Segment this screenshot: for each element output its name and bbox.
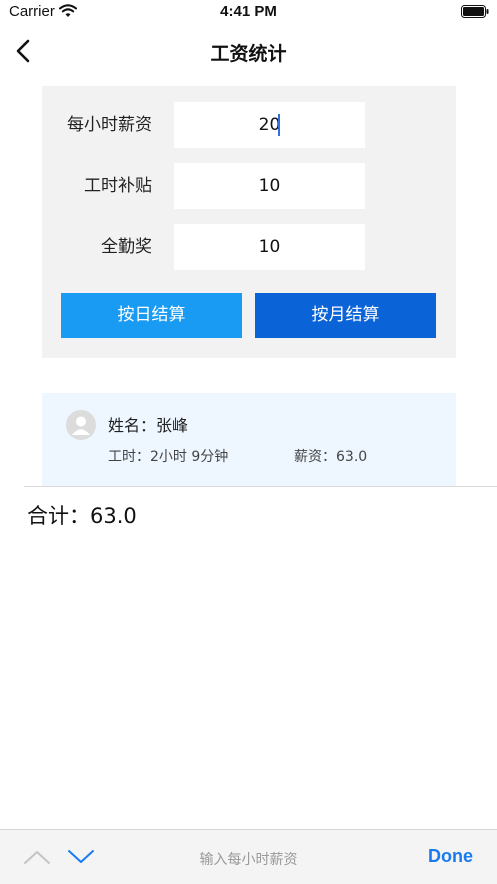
input-hint: 输入每小时薪资: [199, 852, 298, 868]
navigation-bar: 工资统计: [0, 26, 497, 76]
attendance-bonus-row: 全勤奖: [42, 224, 456, 270]
hour-subsidy-row: 工时补贴: [42, 163, 456, 209]
work-hours: 工时：2小时 9分钟: [108, 449, 229, 465]
daily-settle-button[interactable]: 按日结算: [61, 293, 242, 338]
status-bar: Carrier 4:41 PM: [0, 0, 497, 26]
employee-name: 姓名：张峰: [108, 416, 189, 435]
battery-icon: [461, 5, 489, 18]
divider: [24, 486, 497, 487]
hourly-rate-input[interactable]: [174, 102, 365, 148]
status-time: 4:41 PM: [220, 3, 277, 20]
hourly-rate-label: 每小时薪资: [67, 115, 152, 135]
keyboard-toolbar: 输入每小时薪资 Done: [0, 829, 497, 884]
text-cursor: [278, 114, 280, 136]
salary-amount: 薪资：63.0: [294, 449, 368, 465]
monthly-settle-button[interactable]: 按月结算: [255, 293, 436, 338]
hour-subsidy-input[interactable]: [174, 163, 365, 209]
hourly-rate-row: 每小时薪资: [42, 102, 456, 148]
avatar-icon: [66, 410, 96, 440]
attendance-bonus-label: 全勤奖: [101, 237, 152, 257]
page-title: 工资统计: [210, 43, 287, 65]
salary-form: 每小时薪资 工时补贴 全勤奖 按日结算 按月结算: [42, 86, 456, 358]
total-amount: 合计：63.0: [27, 504, 137, 528]
attendance-bonus-input[interactable]: [174, 224, 365, 270]
employee-record[interactable]: 姓名：张峰 工时：2小时 9分钟 薪资：63.0: [42, 393, 456, 486]
done-button[interactable]: Done: [428, 846, 473, 867]
hour-subsidy-label: 工时补贴: [84, 176, 152, 196]
